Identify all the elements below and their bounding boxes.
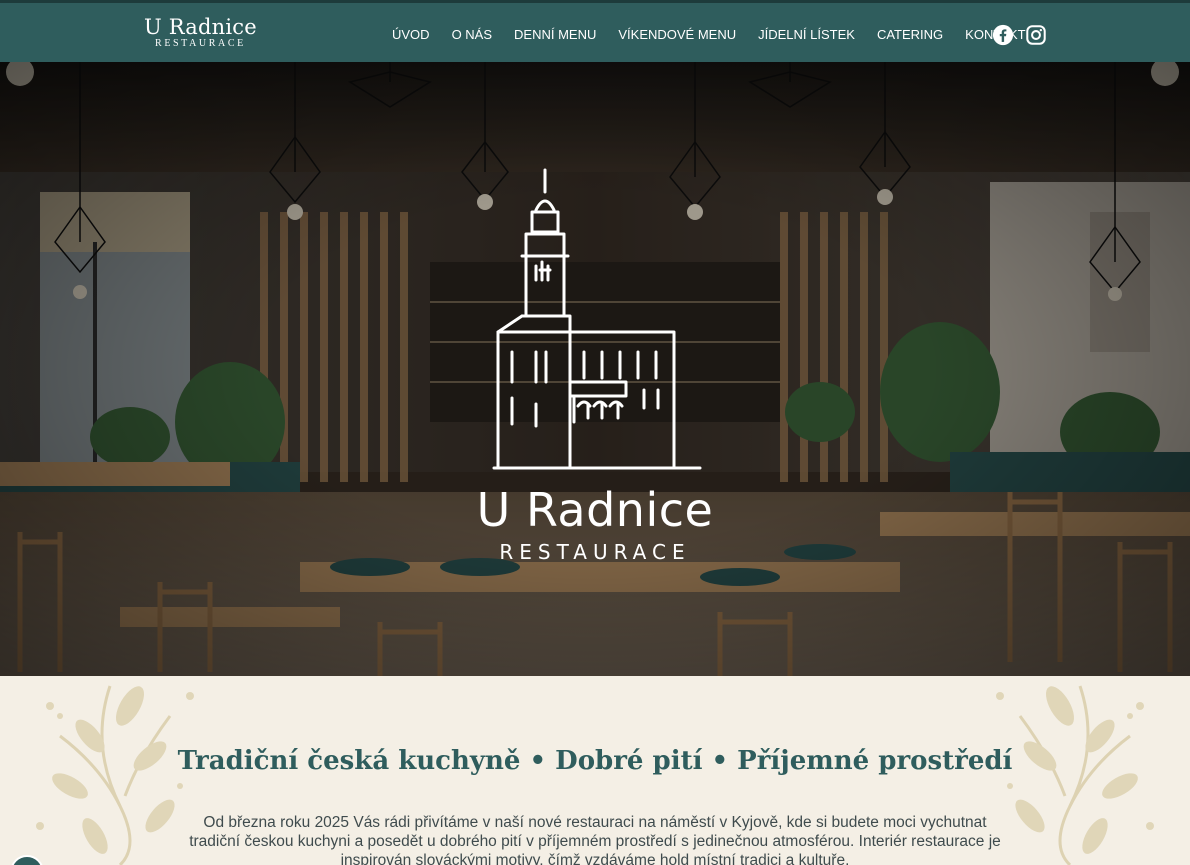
nav-item-denni-menu[interactable]: DENNÍ MENU <box>514 27 596 43</box>
hero-title: U Radnice <box>476 483 714 537</box>
nav-item-o-nas[interactable]: O NÁS <box>452 27 492 43</box>
brand-logo[interactable]: U Radnice RESTAURACE <box>144 15 257 49</box>
facebook-icon[interactable] <box>992 24 1014 46</box>
hero-subtitle: RESTAURACE <box>499 540 691 564</box>
intro-paragraph: Od března roku 2025 Vás rádi přivítáme v… <box>189 814 1001 865</box>
top-navbar: U Radnice RESTAURACE ÚVOD O NÁS DENNÍ ME… <box>0 0 1190 62</box>
nav-item-vikendove-menu[interactable]: VÍKENDOVÉ MENU <box>618 27 736 43</box>
nav-item-jidelni-listek[interactable]: JÍDELNÍ LÍSTEK <box>758 27 855 43</box>
nav-item-catering[interactable]: CATERING <box>877 27 943 43</box>
nav-item-uvod[interactable]: ÚVOD <box>392 27 430 43</box>
social-links <box>992 24 1047 46</box>
town-hall-logo-icon <box>492 168 702 470</box>
instagram-icon[interactable] <box>1025 24 1047 46</box>
intro-tagline: Tradiční česká kuchyně • Dobré pití • Př… <box>177 746 1013 776</box>
brand-name: U Radnice <box>144 15 257 39</box>
brand-subtitle: RESTAURACE <box>155 38 246 49</box>
main-nav: ÚVOD O NÁS DENNÍ MENU VÍKENDOVÉ MENU JÍD… <box>392 27 1048 43</box>
intro-section: Tradiční česká kuchyně • Dobré pití • Př… <box>0 676 1190 865</box>
hero-section: U Radnice RESTAURACE <box>0 62 1190 676</box>
